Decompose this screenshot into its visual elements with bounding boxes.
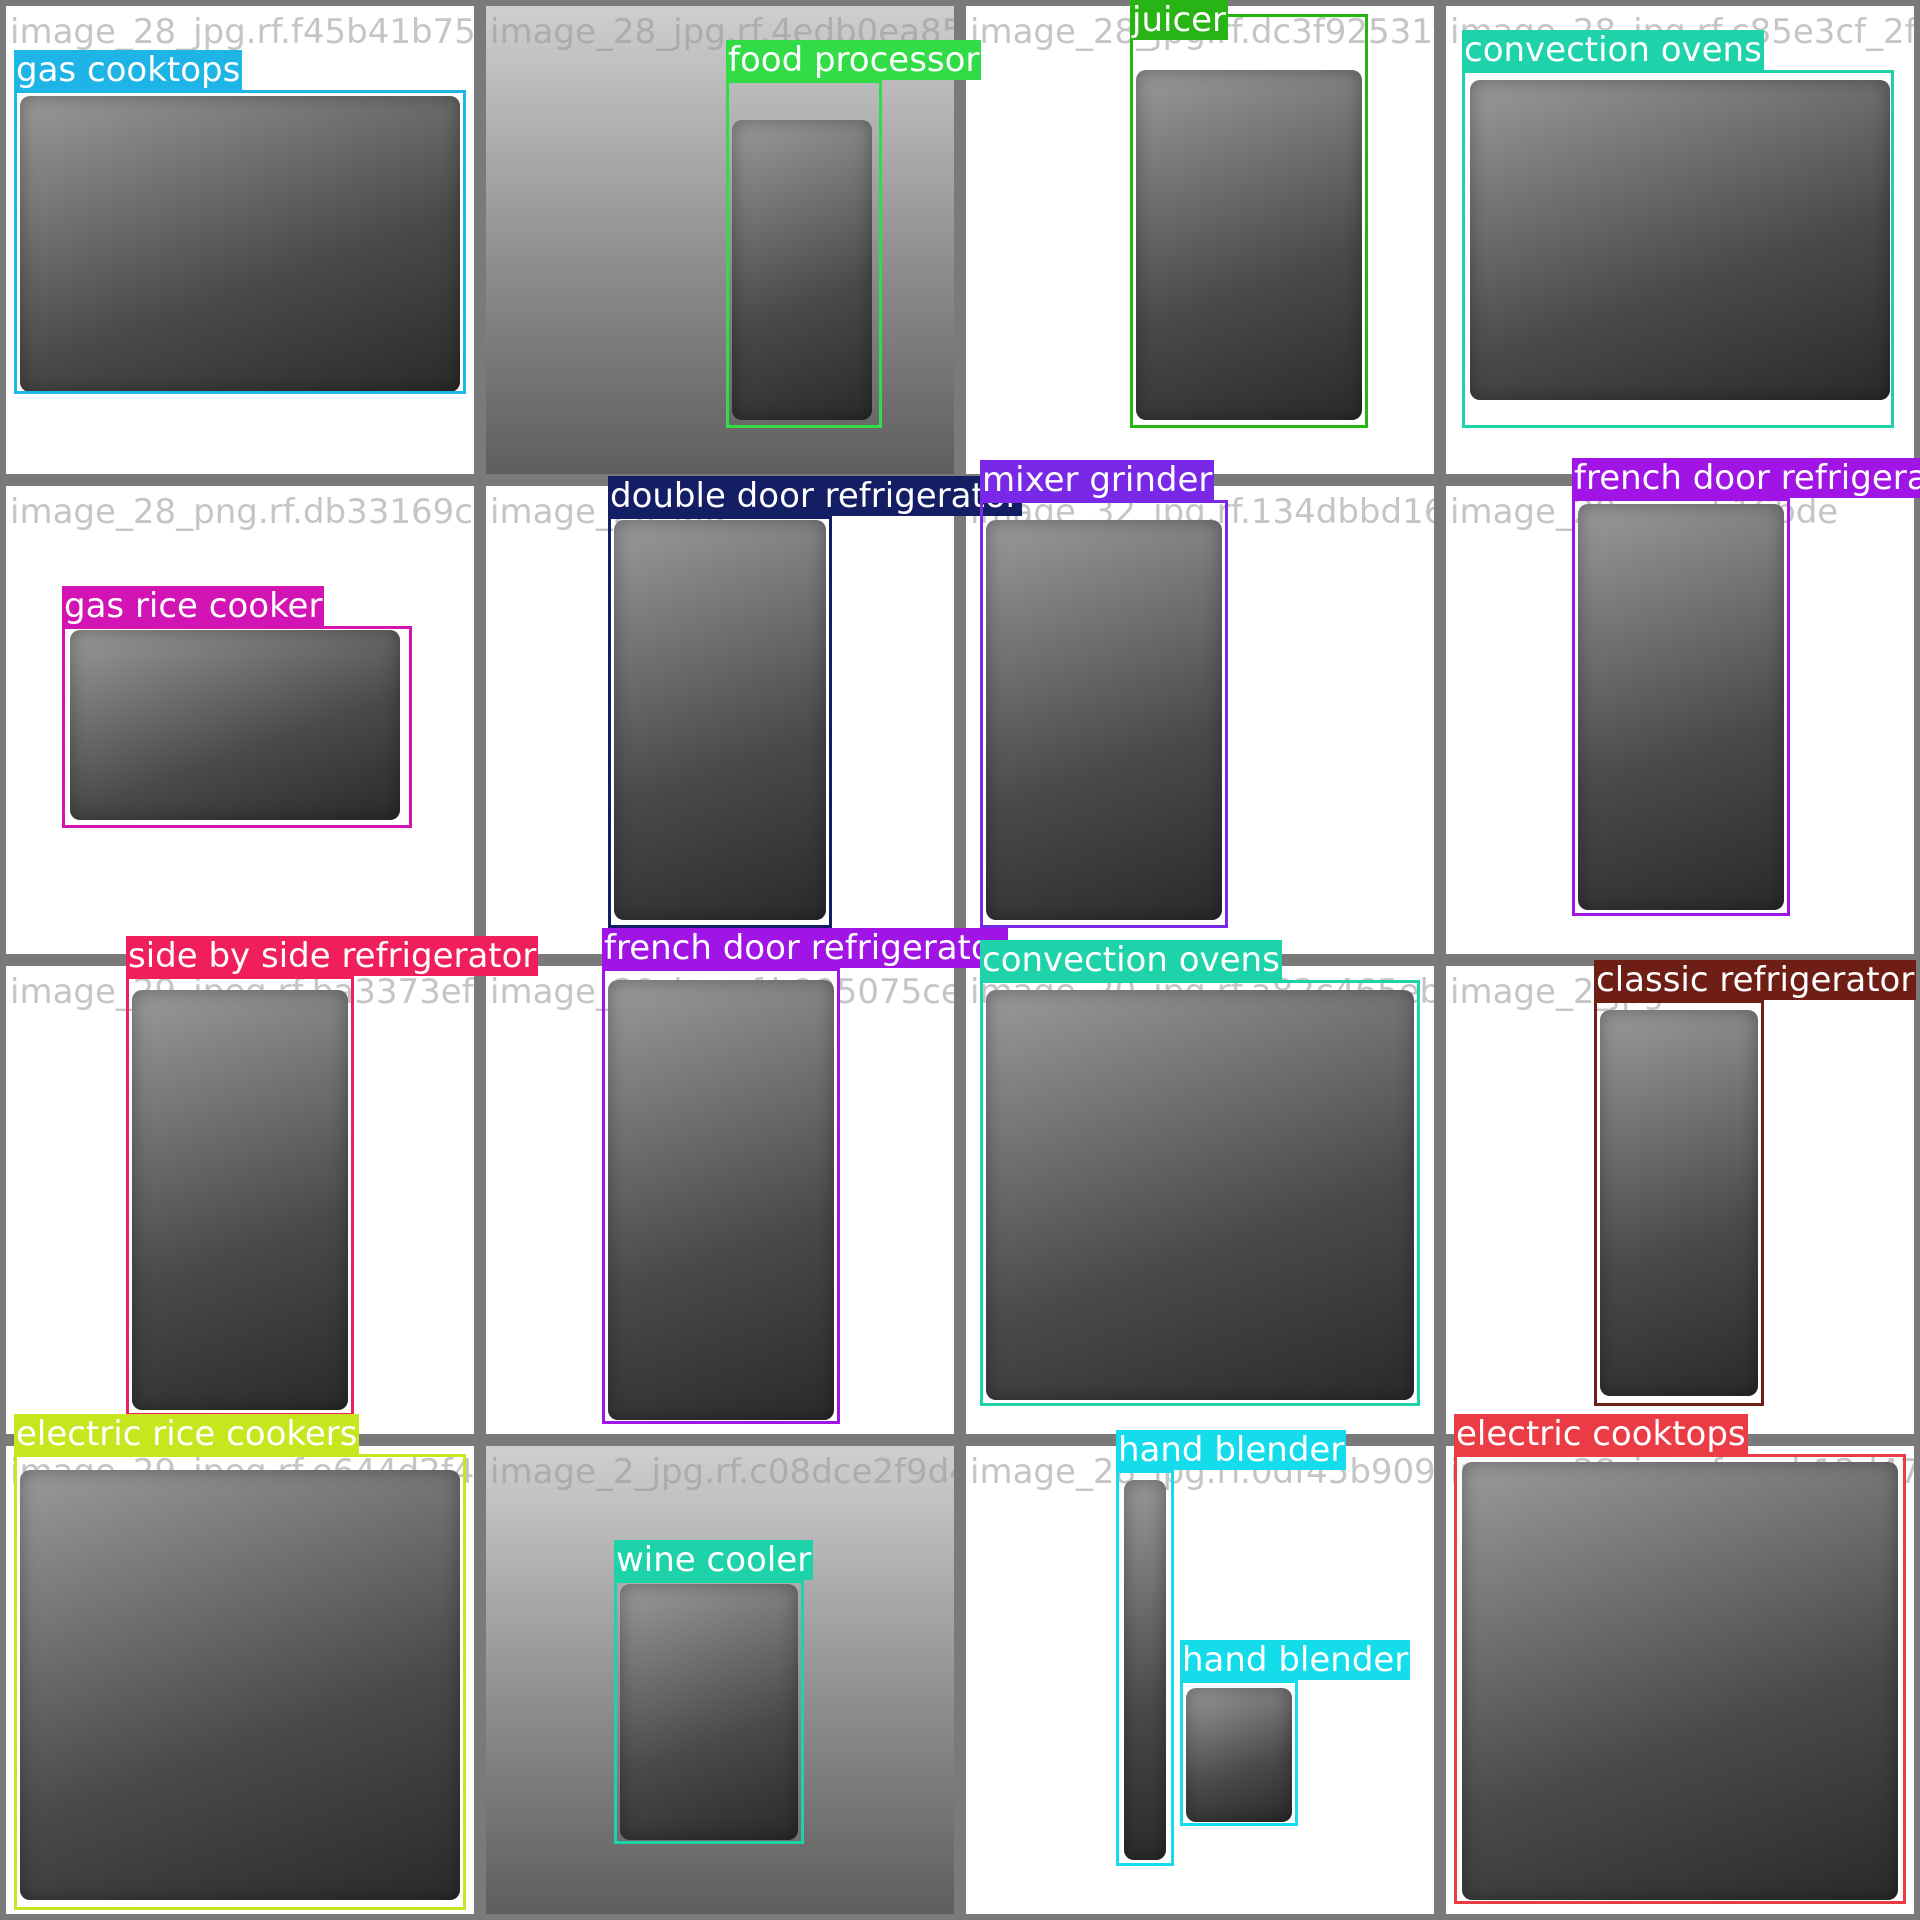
bounding-box (980, 500, 1228, 928)
detection-label: side by side refrigerator (126, 936, 539, 976)
bounding-box (1462, 70, 1894, 428)
bounding-box (1116, 1470, 1174, 1866)
bounding-box (1180, 1680, 1298, 1826)
detection-label: double door refrigerator (608, 476, 1022, 516)
bounding-box (1572, 498, 1790, 916)
image-filename: image_28_png.rf.db33169cf8587cf9 (10, 492, 474, 532)
bounding-box (14, 1454, 466, 1910)
detection-mosaic: image_28_jpg.rf.f45b41b752f55f7e1b256d91… (0, 0, 1920, 1920)
bounding-box (602, 968, 840, 1424)
detection-label: hand blender (1116, 1430, 1347, 1470)
detection-label: french door refrigerator (1572, 458, 1920, 498)
bounding-box (1130, 14, 1368, 428)
detection-label: hand blender (1180, 1640, 1411, 1680)
bounding-box (614, 1580, 804, 1844)
bounding-box (608, 516, 832, 928)
detection-label: convection ovens (1462, 30, 1764, 70)
detection-label: french door refrigerator (602, 928, 1008, 968)
detection-label: food processor (726, 40, 982, 80)
bounding-box (126, 976, 354, 1416)
detection-label: juicer (1130, 0, 1229, 40)
bounding-box (1594, 1000, 1764, 1406)
detection-label: electric cooktops (1454, 1414, 1748, 1454)
detection-label: wine cooler (614, 1540, 814, 1580)
bounding-box (726, 80, 882, 428)
image-filename: image_2_jpg.rf.c08dce2f9d4cf (490, 1452, 954, 1492)
detection-label: mixer grinder (980, 460, 1215, 500)
bounding-box (62, 626, 412, 828)
detection-label: convection ovens (980, 940, 1282, 980)
detection-label: electric rice cookers (14, 1414, 360, 1454)
image-filename: image_28_jpg.rf.f45b41b752f55f7e1b256d91… (10, 12, 474, 52)
bounding-box (980, 980, 1420, 1406)
detection-label: gas cooktops (14, 50, 243, 90)
bounding-box (1454, 1454, 1906, 1904)
bounding-box (14, 90, 466, 394)
detection-label: gas rice cooker (62, 586, 325, 626)
detection-label: classic refrigerator (1594, 960, 1917, 1000)
